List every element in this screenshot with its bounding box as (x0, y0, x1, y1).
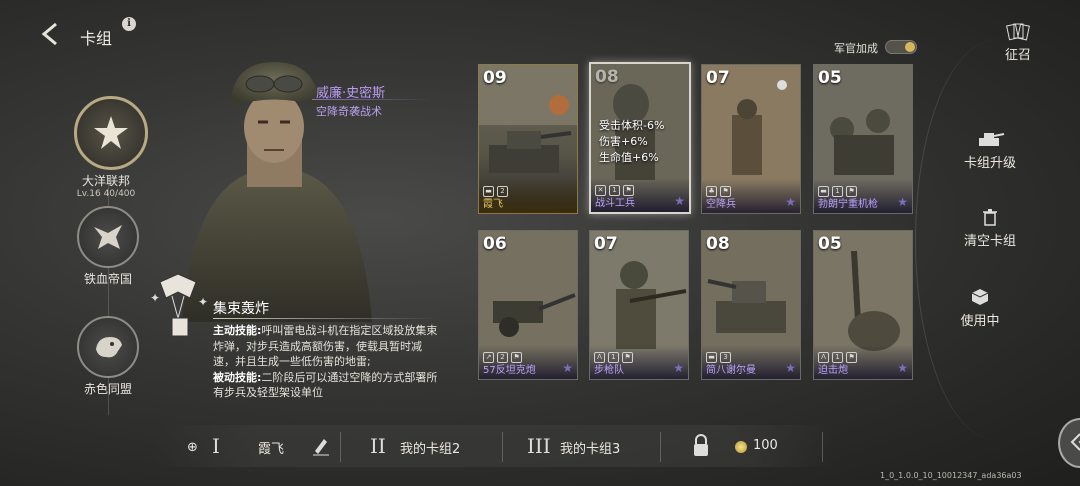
back-arrow-icon[interactable] (38, 20, 66, 48)
tab-divider (660, 432, 661, 462)
tab-divider (822, 432, 823, 462)
expand-panel-button[interactable] (1058, 418, 1080, 468)
star-icon: ★ (674, 194, 685, 208)
deck-upgrade-button[interactable]: 卡组升级 (945, 130, 1035, 171)
target-icon: ⊕ (187, 440, 198, 455)
edit-icon[interactable] (312, 436, 330, 456)
svg-text:✦: ✦ (198, 295, 208, 309)
card-bonus-overlay: 受击体积-6% 伤害+6% 生命值+6% (599, 118, 664, 166)
star-icon: ★ (673, 361, 684, 375)
star-icon: ★ (785, 361, 796, 375)
officer-bonus-label: 军官加成 (834, 42, 878, 55)
card-name: 战斗工兵 (595, 198, 635, 209)
deck-1-tab[interactable]: 霞飞 (258, 438, 284, 457)
bonus-line: 生命值+6% (599, 151, 659, 164)
card-name: 空降兵 (706, 199, 736, 210)
tab-divider (502, 432, 503, 462)
card-cost: 07 (594, 234, 618, 254)
deck-card[interactable]: 09 ▬ 2 霞飞 (478, 64, 578, 214)
deck-1-roman: I (212, 434, 220, 458)
card-cost: 05 (818, 68, 842, 88)
svg-text:✦: ✦ (150, 291, 160, 305)
version-label: 1_0_1.0.0_10_10012347_ada36a03 (880, 471, 1022, 480)
skill-description: 主动技能:呼叫雷电战斗机在指定区域投放集束炸弹，对步兵造成高额伤害，使载具暂时减… (213, 323, 441, 401)
card-cost: 06 (483, 234, 507, 254)
card-name: 霞飞 (483, 199, 503, 210)
cards-icon (1006, 23, 1030, 41)
skill-name: 集束轰炸 (213, 301, 269, 317)
deck-card-selected[interactable]: 08 受击体积-6% 伤害+6% 生命值+6% ✕ 1 ⚑ 战斗工兵 ★ (589, 62, 691, 214)
toggle-knob (905, 42, 915, 52)
double-chevron-left-icon (1070, 433, 1080, 451)
deck-card[interactable]: 07 ♣ ⚑ 空降兵 ★ (701, 64, 801, 214)
card-cost: 05 (818, 234, 842, 254)
deck-3-tab[interactable]: 我的卡组3 (560, 438, 620, 457)
card-cost: 08 (706, 234, 730, 254)
card-name: 简八谢尔曼 (706, 365, 756, 376)
bear-emblem-icon (96, 337, 122, 358)
in-use-button[interactable]: 使用中 (935, 288, 1025, 329)
tank-upgrade-icon (979, 133, 1005, 146)
commander-tactic: 空降奇袭战术 (316, 105, 382, 118)
star-icon: ★ (897, 361, 908, 375)
deck-2-roman: II (370, 434, 386, 458)
bonus-line: 伤害+6% (599, 135, 648, 148)
card-name: 勃朗宁重机枪 (818, 199, 878, 210)
deck-3-roman: III (527, 434, 551, 458)
passive-skill-label: 被动技能: (213, 370, 262, 384)
faction-iron-empire[interactable]: 铁血帝国 (76, 206, 140, 287)
card-name: 57反坦克炮 (483, 365, 536, 376)
star-icon: ★ (562, 361, 573, 375)
menu-label: 卡组升级 (963, 156, 1016, 171)
card-name: 步枪队 (594, 365, 624, 376)
deck-tabs-bar (155, 425, 835, 467)
page-title: 卡组 (80, 29, 113, 48)
deck-card[interactable]: 05 ▬ 1 ⚑ 勃朗宁重机枪 ★ (813, 64, 913, 214)
deck-card[interactable]: 06 ↗ 2 ⚑ 57反坦克炮 ★ (478, 230, 578, 380)
tab-divider (340, 432, 341, 462)
card-cost: 07 (706, 68, 730, 88)
faction-red-alliance[interactable]: 赤色同盟 (76, 316, 140, 397)
deck-card[interactable]: 05 Λ 1 ⚑ 迫击炮 ★ (813, 230, 913, 380)
active-skill-label: 主动技能: (213, 324, 262, 337)
card-cost: 08 (595, 67, 619, 87)
deck-2-tab[interactable]: 我的卡组2 (400, 438, 460, 457)
info-icon[interactable]: i (122, 17, 136, 31)
faction-name: 赤色同盟 (83, 382, 132, 396)
deck-card[interactable]: 08 ▬ 3 简八谢尔曼 ★ (701, 230, 801, 380)
star-icon: ★ (785, 195, 796, 209)
star-emblem-icon (94, 116, 128, 149)
coin-icon (735, 441, 747, 453)
card-cost: 09 (483, 68, 507, 88)
faction-level: Lv.16 40/400 (76, 189, 136, 199)
clear-deck-button[interactable]: 清空卡组 (945, 208, 1035, 249)
coin-count: 100 (753, 438, 778, 453)
menu-label: 使用中 (960, 314, 1000, 329)
bonus-line: 受击体积-6% (599, 119, 665, 132)
recruit-label: 征召 (1004, 48, 1031, 63)
trash-icon (983, 209, 997, 226)
recruit-button[interactable]: 征召 (995, 22, 1041, 63)
star-icon: ★ (897, 195, 908, 209)
cube-icon (971, 289, 989, 305)
faction-ocean-federation[interactable]: 大洋联邦 Lv.16 40/400 (74, 96, 148, 199)
deck-card[interactable]: 07 Λ 1 ⚑ 步枪队 ★ (589, 230, 689, 380)
officer-bonus-toggle[interactable] (885, 40, 917, 54)
commander-divider (312, 99, 432, 100)
lock-icon[interactable] (692, 434, 710, 458)
skill-divider (213, 318, 438, 319)
faction-name: 铁血帝国 (83, 272, 132, 286)
faction-name: 大洋联邦 (81, 174, 130, 188)
airdrop-skill-icon: ✦ ✦ (150, 273, 208, 337)
eagle-emblem-icon (94, 225, 122, 249)
card-name: 迫击炮 (818, 365, 848, 376)
menu-label: 清空卡组 (963, 234, 1016, 249)
